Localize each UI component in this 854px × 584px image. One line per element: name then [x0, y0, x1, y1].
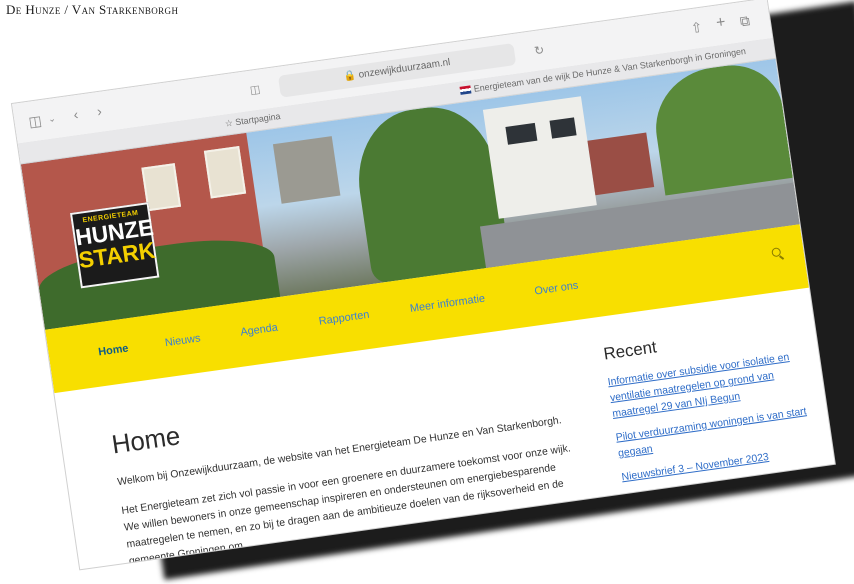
sidebar-icon[interactable]: ◫: [27, 112, 42, 130]
brick-building: [587, 132, 655, 196]
tab-favorites-label: Startpagina: [234, 111, 282, 128]
white-house: [482, 96, 597, 219]
window: [549, 117, 577, 139]
window: [203, 145, 247, 199]
tabs-overview-icon[interactable]: ⧉: [739, 12, 751, 29]
address-text: onzewijkduurzaam.nl: [357, 56, 452, 81]
flag-icon: [459, 85, 472, 95]
photo-caption: De Hunze / Van Starkenborgh: [6, 2, 179, 17]
shield-icon[interactable]: ◫: [249, 83, 261, 98]
search-icon[interactable]: [771, 247, 785, 260]
nav-agenda[interactable]: Agenda: [240, 322, 279, 339]
tab-favorites[interactable]: ☆ Startpagina: [224, 111, 281, 130]
back-icon[interactable]: ‹: [72, 106, 79, 122]
nav-over-ons[interactable]: Over ons: [534, 280, 579, 298]
site-logo[interactable]: ENERGIETEAM HUNZE STARK: [69, 202, 160, 289]
nav-meer-informatie[interactable]: Meer informatie: [409, 293, 486, 315]
nav-home[interactable]: Home: [98, 342, 130, 358]
lock-icon: 🔒: [343, 70, 357, 83]
star-icon: ☆: [224, 117, 234, 129]
nav-rapporten[interactable]: Rapporten: [318, 309, 370, 328]
building: [272, 136, 341, 204]
nav-nieuws[interactable]: Nieuws: [164, 332, 201, 349]
new-tab-icon[interactable]: +: [715, 14, 727, 32]
chevron-down-icon[interactable]: ⌄: [47, 111, 56, 126]
forward-icon[interactable]: ›: [96, 103, 103, 119]
reload-icon[interactable]: ↻: [533, 43, 545, 58]
trees: [648, 58, 793, 196]
share-icon[interactable]: ⇧: [690, 19, 704, 36]
